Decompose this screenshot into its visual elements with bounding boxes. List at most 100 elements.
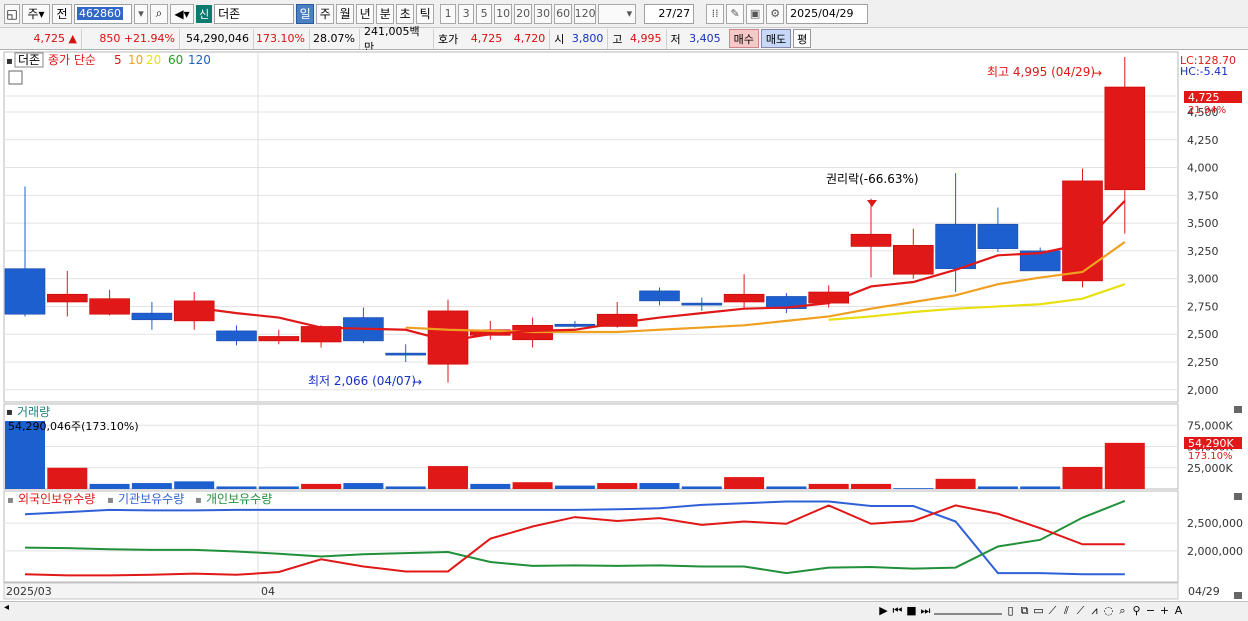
tool-icon-3[interactable]: ▭ — [1033, 604, 1044, 617]
window-icon[interactable]: ◱ — [4, 3, 20, 24]
price-tick-label: 2,750 — [1187, 300, 1219, 313]
sell-button[interactable]: 매도 — [760, 29, 792, 48]
tool-icon-1[interactable]: ▯ — [1005, 604, 1016, 617]
rewind-icon[interactable]: ⏮ — [892, 604, 903, 618]
period-tab-day[interactable]: 일 — [296, 3, 315, 24]
buy-button[interactable]: 매수 — [728, 29, 759, 48]
zoom-slider[interactable] — [934, 607, 1002, 615]
speaker-icon[interactable]: ◀▾ — [170, 3, 194, 24]
period-tab-tick[interactable]: 틱 — [416, 3, 435, 24]
candle-body — [131, 312, 173, 321]
number-button-30[interactable]: 30 — [534, 3, 553, 24]
legend-menu-icon: ▪ — [6, 56, 13, 67]
minus-icon[interactable]: − — [1145, 604, 1156, 617]
period-tab-week[interactable]: 주 — [316, 3, 335, 24]
bid-price: 4,720 — [506, 28, 551, 49]
scroll-left-icon[interactable]: ◂ — [4, 602, 9, 613]
stock-code-input[interactable]: 462860 — [74, 3, 132, 24]
tool-icon-9[interactable]: ⌕ — [1117, 604, 1128, 618]
volume-tick-label: 25,000K — [1187, 462, 1233, 475]
legend-ma-5: 5 — [114, 53, 122, 67]
code-dropdown-icon[interactable]: ▾ — [134, 3, 148, 24]
volume-bar — [808, 483, 849, 489]
bottom-panel-close-icon — [1234, 592, 1242, 599]
volume-bar — [512, 482, 553, 489]
horizontal-scrollbar[interactable]: ◂ — [2, 601, 872, 619]
price-change: 850 +21.94% — [82, 28, 180, 49]
x-label-start: 2025/03 — [6, 585, 52, 598]
text-size-icon[interactable]: A — [1173, 604, 1184, 617]
number-button-60[interactable]: 60 — [554, 3, 573, 24]
stock-name-field[interactable]: 더존 — [214, 3, 295, 24]
price-tick-label: 4,000 — [1187, 162, 1219, 175]
grid-icon[interactable]: ⁞⁞ — [706, 3, 725, 24]
data-count-field[interactable]: 27/27 — [644, 3, 695, 24]
volume-bar — [893, 488, 934, 489]
volume-bar — [1104, 442, 1145, 489]
volume-bar — [301, 483, 342, 489]
zoom-icon[interactable]: ⚲ — [1131, 604, 1142, 617]
gear-icon[interactable]: ⚙ — [766, 3, 785, 24]
price-tick-label: 3,500 — [1187, 217, 1219, 230]
quote-bar: 4,725 ▲ 850 +21.94% 54,290,046 173.10% 2… — [0, 25, 1248, 54]
stop-icon[interactable]: ■ — [906, 604, 917, 617]
price-tag: 4,725 — [1188, 91, 1220, 104]
number-button-5[interactable]: 5 — [476, 3, 493, 24]
tool-icon-6[interactable]: ⟋ — [1075, 604, 1086, 618]
period-tab-month[interactable]: 월 — [336, 3, 355, 24]
volume-bar — [343, 483, 384, 489]
tool-icon-8[interactable]: ◌ — [1103, 604, 1114, 617]
prev-button[interactable]: 전 — [52, 3, 72, 24]
volume-bar — [554, 485, 595, 489]
volume-bar — [681, 486, 722, 489]
plus-icon[interactable]: + — [1159, 604, 1170, 617]
rights-annotation: 권리락(-66.63%) — [826, 172, 919, 186]
period-tab-year[interactable]: 년 — [356, 3, 375, 24]
candle-body — [46, 293, 88, 303]
x-label-end: 04/29 — [1188, 585, 1220, 598]
price-tick-label: 2,250 — [1187, 356, 1219, 369]
tool-icon-2[interactable]: ⧉ — [1019, 604, 1030, 618]
legend-series: 종가 단순 — [48, 53, 96, 67]
ask-price: 4,725 — [470, 32, 503, 45]
low-label: 저 — [670, 32, 681, 46]
open-price: 3,800 — [568, 28, 609, 49]
number-button-10[interactable]: 10 — [494, 3, 513, 24]
period-tab-minute[interactable]: 분 — [376, 3, 395, 24]
volume-info: 54,290,046주(173.10%) — [8, 420, 139, 433]
volume-bar — [216, 486, 257, 489]
save-icon[interactable]: ▣ — [746, 3, 765, 24]
number-button-20[interactable]: 20 — [514, 3, 533, 24]
eval-button[interactable]: 평 — [793, 29, 812, 48]
search-icon[interactable]: ⌕ — [150, 3, 168, 24]
number-button-1[interactable]: 1 — [440, 3, 457, 24]
forward-icon[interactable]: ⏭ — [920, 604, 931, 618]
high-arrow-icon: → — [1092, 66, 1102, 80]
volume-bar — [89, 483, 130, 489]
draw-tool-icon[interactable]: ✎ — [726, 3, 745, 24]
play-icon[interactable]: ▶ — [878, 604, 889, 617]
tool-icon-4[interactable]: ⟋ — [1047, 604, 1058, 618]
high-label: 고 — [612, 32, 623, 46]
up-arrow-icon: ▲ — [68, 32, 77, 45]
number-button-120[interactable]: 120 — [574, 3, 597, 24]
price-tick-label: 4,250 — [1187, 134, 1219, 147]
price-tag-pct: 21.94% — [1188, 105, 1226, 116]
volume-tick-label: 75,000K — [1187, 419, 1233, 432]
tool-icon-7[interactable]: ⩘ — [1089, 604, 1100, 618]
chart-area[interactable]: 4,5004,2504,0003,7503,5003,2503,0002,750… — [0, 50, 1248, 601]
legend-ma-20: 20 — [146, 53, 161, 67]
candle-body — [385, 352, 427, 356]
tool-icon-5[interactable]: ⫽ — [1061, 604, 1072, 618]
market-select[interactable]: 주 ▾ — [22, 3, 50, 24]
number-button-3[interactable]: 3 — [458, 3, 475, 24]
chart-controls: ▶ ⏮ ■ ⏭ ▯ ⧉ ▭ ⟋ ⫽ ⟋ ⩘ ◌ ⌕ ⚲ − + A — [878, 601, 1184, 620]
candle-body — [4, 268, 46, 315]
holder-tick-label: 2,500,000 — [1187, 517, 1243, 530]
custom-period-select[interactable]: ▾ — [598, 3, 637, 24]
volume-bar — [385, 486, 426, 489]
period-tab-second[interactable]: 초 — [396, 3, 415, 24]
volume-bar — [131, 483, 172, 489]
turnover-rate: 28.07% — [310, 28, 360, 49]
date-input[interactable]: 2025/04/29 — [786, 3, 869, 24]
